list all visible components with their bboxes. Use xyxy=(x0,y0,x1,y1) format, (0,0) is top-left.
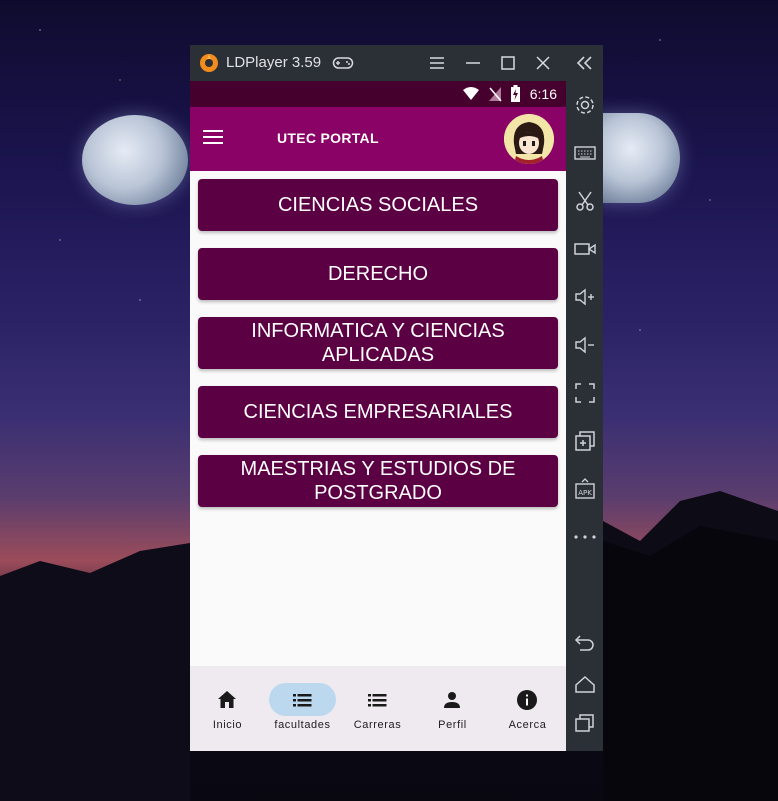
menu-icon[interactable] xyxy=(426,52,448,74)
hamburger-menu-button[interactable] xyxy=(203,130,223,146)
info-icon xyxy=(517,690,537,710)
nav-item-inicio[interactable]: Inicio xyxy=(190,666,265,751)
multi-instance-icon[interactable] xyxy=(572,428,598,454)
minimize-icon[interactable] xyxy=(462,52,484,74)
maximize-icon[interactable] xyxy=(497,52,519,74)
record-video-icon[interactable] xyxy=(572,236,598,262)
app-bar: UTEC PORTAL xyxy=(190,107,566,171)
back-icon[interactable] xyxy=(572,630,598,656)
scissors-icon[interactable] xyxy=(572,188,598,214)
gamepad-icon[interactable] xyxy=(332,52,354,74)
fullscreen-icon[interactable] xyxy=(572,380,598,406)
moon-image xyxy=(82,115,188,205)
emulator-sidebar: APK xyxy=(566,45,603,751)
app-title: UTEC PORTAL xyxy=(277,130,379,146)
nav-label: Perfil xyxy=(438,719,467,731)
svg-text:APK: APK xyxy=(578,489,592,497)
recent-apps-icon[interactable] xyxy=(572,710,598,736)
nav-label: Acerca xyxy=(508,719,547,731)
home-icon xyxy=(218,691,236,708)
nav-label: Carreras xyxy=(353,719,402,731)
nav-item-perfil[interactable]: Perfil xyxy=(415,666,490,751)
more-icon[interactable] xyxy=(572,524,598,550)
list-icon xyxy=(368,694,387,707)
title-bar: LDPlayer 3.59 xyxy=(190,45,566,81)
faculty-button-informatica[interactable]: INFORMATICA Y CIENCIAS APLICADAS xyxy=(198,317,558,369)
bottom-navigation: Inicio facultades Carreras Perfil Acerca xyxy=(190,666,566,751)
battery-charging-icon xyxy=(511,85,520,102)
faculty-button-maestrias[interactable]: MAESTRIAS Y ESTUDIOS DE POSTGRADO xyxy=(198,455,558,507)
nav-item-acerca[interactable]: Acerca xyxy=(490,666,565,751)
faculty-button-derecho[interactable]: DERECHO xyxy=(198,248,558,300)
apk-install-icon[interactable]: APK xyxy=(572,476,598,502)
list-icon xyxy=(293,694,312,707)
avatar[interactable] xyxy=(504,114,554,164)
volume-up-icon[interactable] xyxy=(572,284,598,310)
clock: 6:16 xyxy=(529,86,557,102)
faculty-button-ciencias-empresariales[interactable]: CIENCIAS EMPRESARIALES xyxy=(198,386,558,438)
volume-down-icon[interactable] xyxy=(572,332,598,358)
moon-image xyxy=(598,113,680,203)
keyboard-icon[interactable] xyxy=(572,140,598,166)
home-icon[interactable] xyxy=(572,671,598,697)
emulator-window: LDPlayer 3.59 APK 6:16 UTEC PORTAL CIENC… xyxy=(190,45,603,751)
android-screen: 6:16 UTEC PORTAL CIENCIAS SOCIALES DEREC… xyxy=(190,81,566,751)
nav-item-carreras[interactable]: Carreras xyxy=(340,666,415,751)
faculty-button-ciencias-sociales[interactable]: CIENCIAS SOCIALES xyxy=(198,179,558,231)
collapse-icon[interactable] xyxy=(572,50,598,76)
nav-label: facultades xyxy=(274,719,331,731)
status-bar: 6:16 xyxy=(190,81,566,107)
nav-item-facultades[interactable]: facultades xyxy=(265,666,340,751)
window-title: LDPlayer 3.59 xyxy=(226,54,322,71)
no-signal-icon xyxy=(489,87,502,102)
faculty-list: CIENCIAS SOCIALES DERECHO INFORMATICA Y … xyxy=(198,179,558,524)
wifi-icon xyxy=(463,87,479,100)
close-icon[interactable] xyxy=(532,52,554,74)
nav-label: Inicio xyxy=(212,719,243,731)
person-icon xyxy=(444,692,460,708)
ldplayer-logo-icon xyxy=(200,54,218,72)
settings-icon[interactable] xyxy=(572,92,598,118)
